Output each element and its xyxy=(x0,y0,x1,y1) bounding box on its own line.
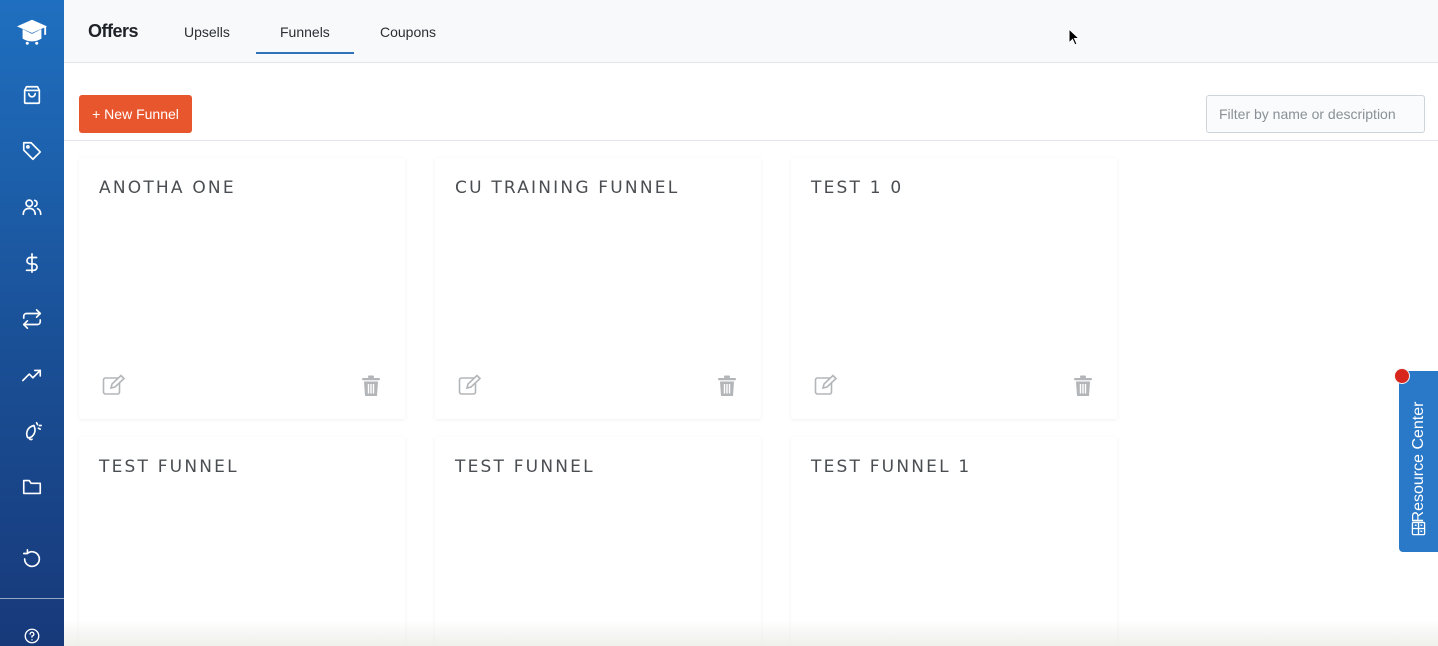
help-circle-icon xyxy=(24,628,40,644)
funnel-card-title: CU TRAINING FUNNEL xyxy=(455,178,680,198)
dollar-icon xyxy=(25,253,38,273)
sidebar-item-subscriptions[interactable] xyxy=(0,297,64,341)
funnel-card[interactable]: CU TRAINING FUNNEL xyxy=(435,158,761,419)
active-tab-indicator xyxy=(256,52,354,54)
funnel-card-title: ANOTHA ONE xyxy=(99,178,236,198)
sidebar-item-history[interactable] xyxy=(0,537,64,581)
filter-input[interactable] xyxy=(1206,95,1425,133)
bell-icon xyxy=(25,421,42,441)
toolbar-divider xyxy=(64,140,1438,141)
trash-icon[interactable] xyxy=(717,375,737,397)
sidebar-item-marketing[interactable] xyxy=(0,409,64,453)
notification-dot xyxy=(1394,368,1410,384)
tag-icon xyxy=(22,141,42,161)
page-title: Offers xyxy=(88,21,139,41)
sidebar-item-analytics[interactable] xyxy=(0,353,64,397)
trending-up-icon xyxy=(22,369,42,382)
resource-center-tab[interactable]: Resource Center xyxy=(1399,371,1438,552)
sidebar-item-sales[interactable] xyxy=(0,241,64,285)
edit-icon[interactable] xyxy=(458,374,482,396)
funnel-card[interactable]: TEST FUNNEL xyxy=(435,437,761,646)
sidebar-item-products[interactable] xyxy=(0,73,64,117)
shopping-bag-icon xyxy=(23,85,41,105)
resource-center-label: Resource Center xyxy=(1409,401,1427,522)
sidebar xyxy=(0,0,64,646)
mortarboard-cart-icon xyxy=(16,19,48,45)
trash-icon[interactable] xyxy=(1073,375,1093,397)
repeat-icon xyxy=(22,309,42,329)
new-funnel-button[interactable]: + New Funnel xyxy=(79,95,192,133)
history-icon xyxy=(22,549,41,568)
funnel-card-title: TEST FUNNEL xyxy=(99,457,239,477)
tab-upsells[interactable]: Upsells xyxy=(184,0,230,63)
top-navigation: Offers Upsells Funnels Coupons xyxy=(64,0,1438,63)
funnel-card-title: TEST 1 0 xyxy=(811,178,904,198)
funnel-card[interactable]: TEST FUNNEL xyxy=(79,437,405,646)
sidebar-item-offers[interactable] xyxy=(0,129,64,173)
sidebar-item-files[interactable] xyxy=(0,465,64,509)
trash-icon[interactable] xyxy=(361,375,381,397)
funnel-card-title: TEST FUNNEL 1 xyxy=(811,457,972,477)
funnel-card[interactable]: TEST FUNNEL 1 xyxy=(791,437,1117,646)
funnel-card-title: TEST FUNNEL xyxy=(455,457,595,477)
folder-icon xyxy=(22,479,42,495)
edit-icon[interactable] xyxy=(102,374,126,396)
edit-icon[interactable] xyxy=(814,374,838,396)
sidebar-item-help[interactable] xyxy=(0,614,64,646)
funnel-card[interactable]: ANOTHA ONE xyxy=(79,158,405,419)
book-icon xyxy=(1411,521,1426,536)
tab-coupons[interactable]: Coupons xyxy=(380,0,436,63)
mouse-cursor-icon xyxy=(1068,28,1080,46)
funnel-card[interactable]: TEST 1 0 xyxy=(791,158,1117,419)
sidebar-divider xyxy=(0,598,64,599)
sidebar-item-customers[interactable] xyxy=(0,185,64,229)
users-icon xyxy=(22,199,42,216)
app-logo[interactable] xyxy=(0,8,64,56)
bottom-fade xyxy=(64,620,1438,646)
